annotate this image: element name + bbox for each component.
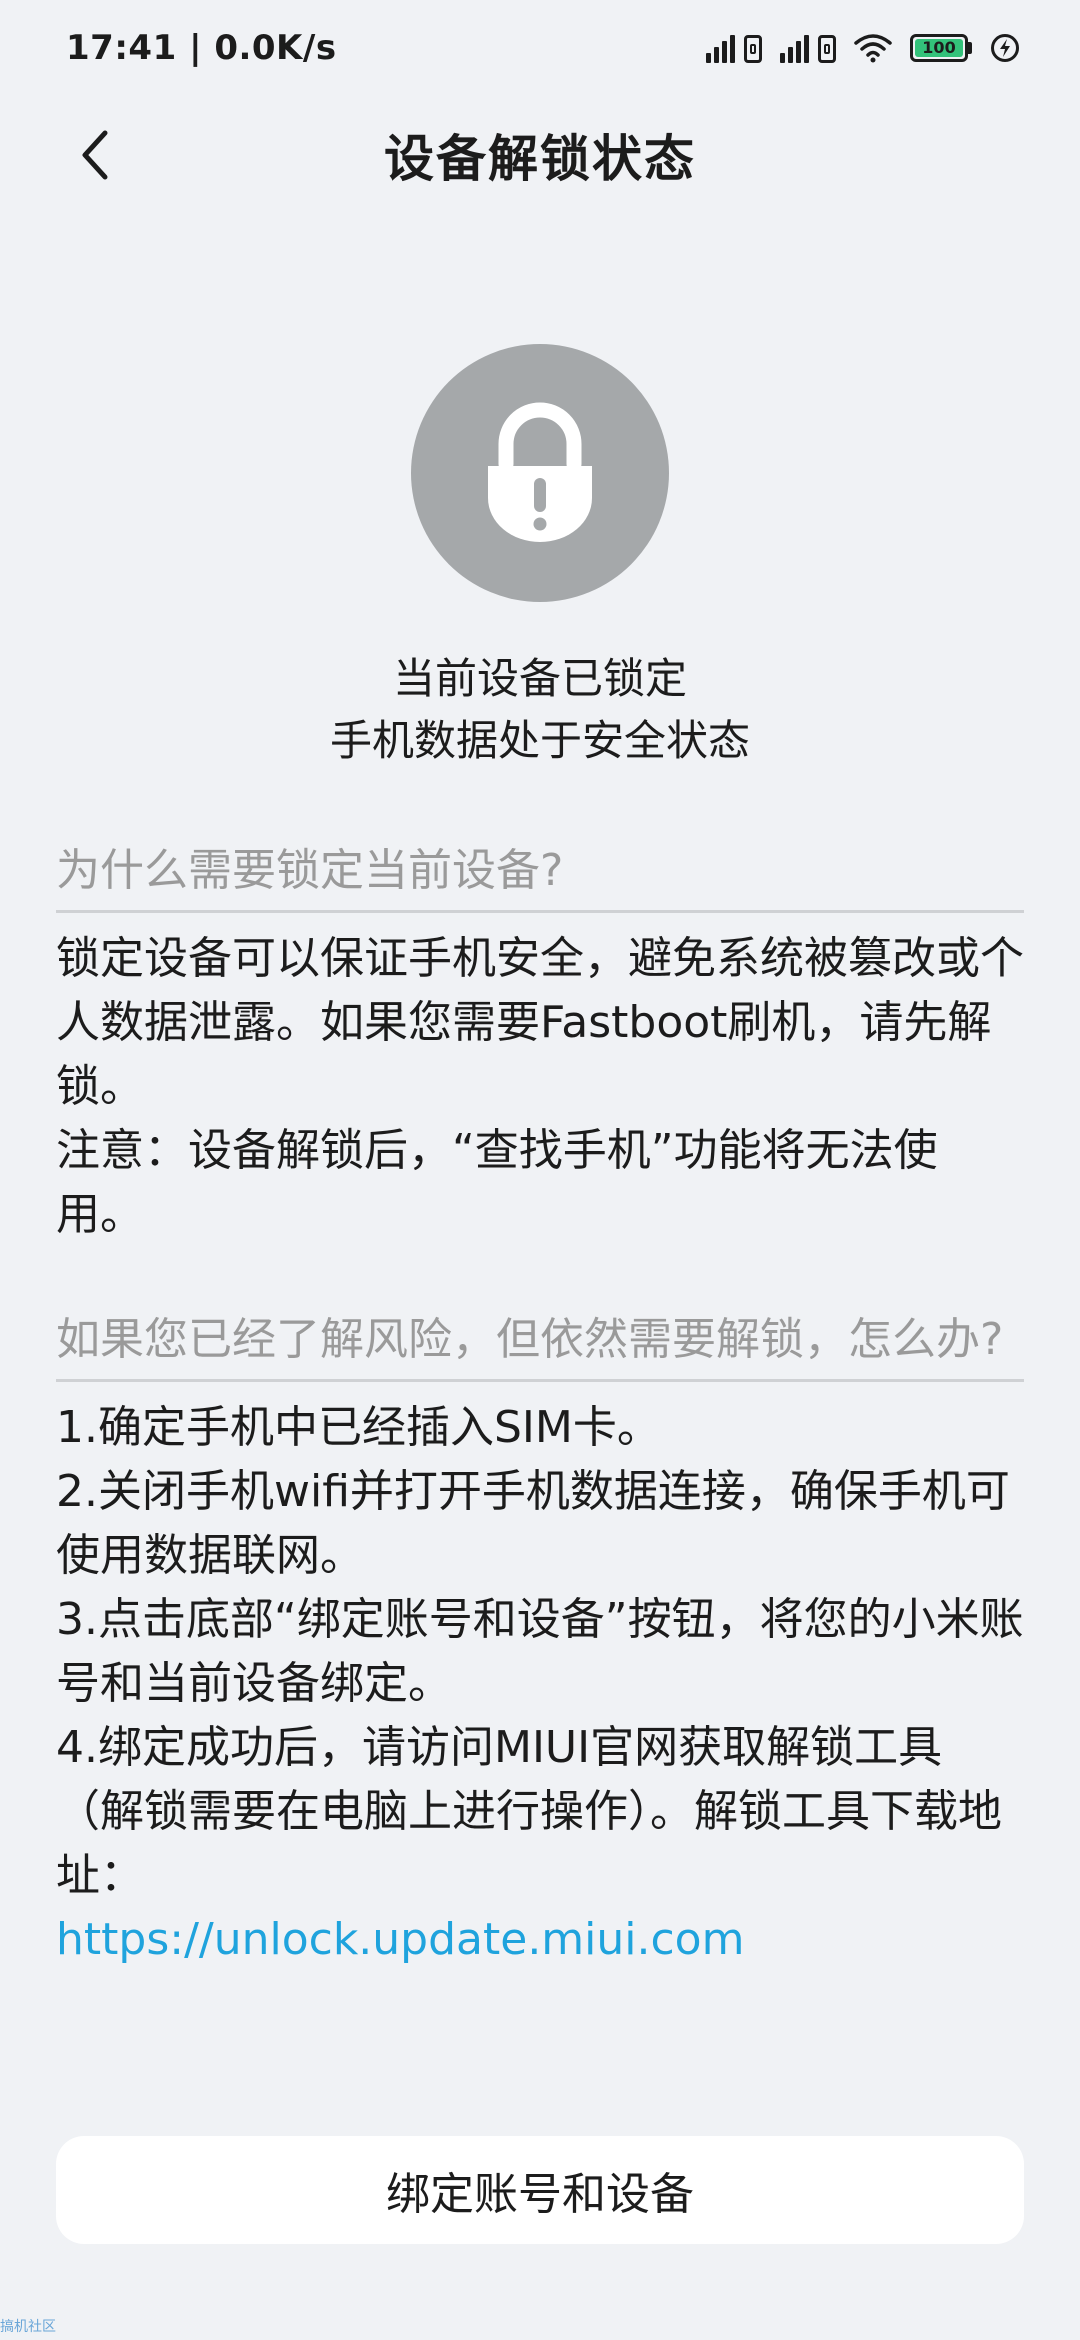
section-body-how: 1.确定手机中已经插入SIM卡。 2.关闭手机wifi并打开手机数据连接，确保手… [56,1396,1024,1972]
status-bar: 17:41 | 0.0K/s 100 [0,0,1080,96]
battery-icon: 100 [910,34,972,62]
watermark: 搞机社区 [0,2319,56,2335]
header: 设备解锁状态 [0,110,1080,200]
back-button[interactable] [60,120,130,190]
why-paragraph: 锁定设备可以保证手机安全，避免系统被篡改或个人数据泄露。如果您需要Fastboo… [56,933,1024,1112]
status-left: 17:41 | 0.0K/s [66,28,337,68]
lock-status-text: 当前设备已锁定 手机数据处于安全状态 [0,648,1080,772]
status-separator: | [176,28,215,68]
charging-icon [991,34,1019,62]
signal-icon [706,33,762,63]
lock-status-line2: 手机数据处于安全状态 [329,716,750,765]
sim-icon [744,35,762,63]
lock-status-line1: 当前设备已锁定 [392,654,687,703]
section-heading-how: 如果您已经了解风险，但依然需要解锁，怎么办? [56,1309,1024,1382]
lock-icon [488,402,592,542]
section-body-why: 锁定设备可以保证手机安全，避免系统被篡改或个人数据泄露。如果您需要Fastboo… [56,927,1024,1247]
chevron-left-icon [82,130,108,180]
step-item: 4.绑定成功后，请访问MIUI官网获取解锁工具（解锁需要在电脑上进行操作）。解锁… [56,1722,1002,1901]
page-title: 设备解锁状态 [384,130,696,188]
step-item: 1.确定手机中已经插入SIM卡。 [56,1402,661,1453]
step-item: 3.点击底部“绑定账号和设备”按钮，将您的小米账号和当前设备绑定。 [56,1594,1024,1709]
bind-account-device-button[interactable]: 绑定账号和设备 [56,2136,1024,2244]
wifi-icon [854,34,892,63]
sim-icon-2 [818,35,836,63]
unlock-download-link[interactable]: https://unlock.update.miui.com [56,1914,744,1965]
battery-level: 100 [915,39,963,57]
status-time: 17:41 [66,28,177,68]
info-content: 为什么需要锁定当前设备? 锁定设备可以保证手机安全，避免系统被篡改或个人数据泄露… [56,840,1024,1972]
step-item: 2.关闭手机wifi并打开手机数据连接，确保手机可使用数据联网。 [56,1466,1010,1581]
status-net-speed: 0.0K/s [214,28,337,68]
note-paragraph: 注意：设备解锁后，“查找手机”功能将无法使用。 [56,1125,938,1240]
section-heading-why: 为什么需要锁定当前设备? [56,840,1024,913]
lock-badge [411,344,669,602]
status-icons: 100 [706,33,1020,63]
signal-icon-2 [780,33,836,63]
